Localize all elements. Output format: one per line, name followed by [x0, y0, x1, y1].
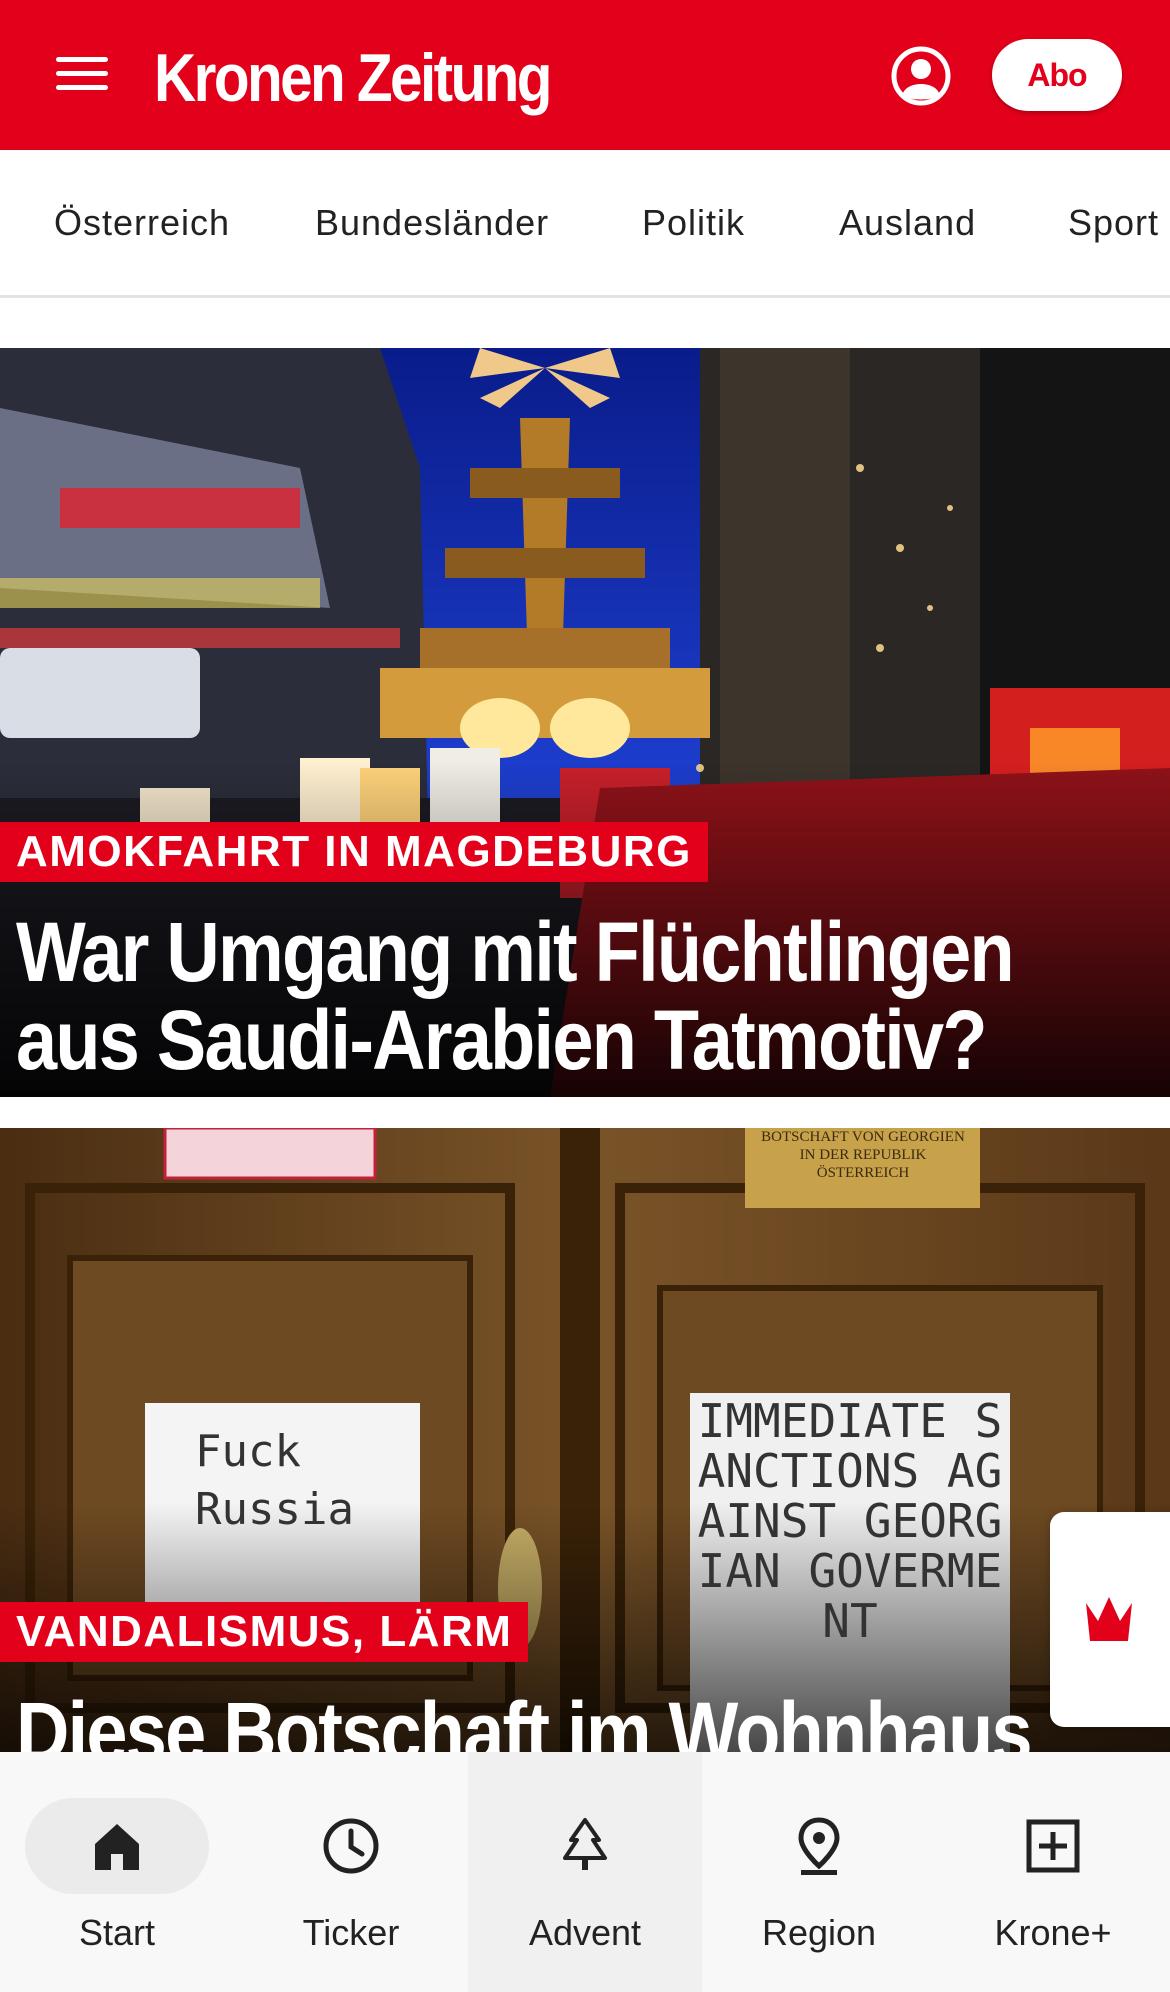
account-button[interactable] — [890, 45, 952, 107]
crown-icon — [1086, 1597, 1132, 1641]
user-icon — [891, 46, 951, 106]
plus-square-icon — [1026, 1819, 1080, 1873]
category-nav: Österreich Bundesländer Politik Ausland … — [0, 150, 1170, 298]
nav-item-ticker[interactable]: Ticker — [234, 1752, 468, 1992]
article-headline[interactable]: Diese Botschaft im Wohnhaus — [16, 1688, 1151, 1752]
article-kicker: VANDALISMUS, LÄRM — [0, 1602, 529, 1662]
sign-right-text: IMMEDIATE SANCTIONS AGAINST GEORGIAN GOV… — [697, 1394, 1003, 1648]
article-kicker: AMOKFAHRT IN MAGDEBURG — [0, 822, 708, 882]
category-tab-sport[interactable]: Sport — [1068, 202, 1159, 244]
plaque-text: BOTSCHAFT VON GEORGIEN IN DER REPUBLIK Ö… — [761, 1129, 965, 1181]
nav-item-start[interactable]: Start — [0, 1752, 234, 1992]
menu-icon-bar — [56, 85, 108, 90]
category-tab-politik[interactable]: Politik — [642, 202, 745, 244]
nav-item-krone-plus[interactable]: Krone+ — [936, 1752, 1170, 1992]
location-pin-icon — [798, 1817, 840, 1875]
app-header: Kronen Zeitung Abo — [0, 0, 1170, 150]
nav-label: Region — [761, 1912, 877, 1953]
brand-logo[interactable]: Kronen Zeitung — [154, 36, 553, 120]
abo-button[interactable]: Abo — [992, 39, 1122, 111]
nav-label: Start — [78, 1912, 156, 1953]
article-headline[interactable]: War Umgang mit Flüchtlingen aus Saudi-Ar… — [16, 908, 1151, 1084]
category-tab-oesterreich[interactable]: Österreich — [54, 202, 230, 244]
menu-icon-bar — [56, 71, 108, 76]
menu-button[interactable] — [52, 48, 114, 100]
article-card-1[interactable]: AMOKFAHRT IN MAGDEBURG War Umgang mit Fl… — [0, 348, 1170, 1097]
home-icon — [95, 1824, 139, 1870]
sign-left-text: Fuck Russia — [195, 1426, 354, 1535]
clock-icon — [323, 1818, 379, 1874]
nav-item-advent[interactable]: Advent — [468, 1752, 702, 1992]
bottom-navigation: Start Ticker Advent Region Krone+ — [0, 1752, 1170, 1992]
nav-item-region[interactable]: Region — [702, 1752, 936, 1992]
category-tab-bundeslaender[interactable]: Bundesländer — [315, 202, 549, 244]
article-card-2[interactable]: BOTSCHAFT VON GEORGIEN IN DER REPUBLIK Ö… — [0, 1128, 1170, 1752]
nav-label: Krone+ — [994, 1912, 1112, 1953]
menu-icon-bar — [56, 57, 108, 62]
krone-plus-floating-button[interactable] — [1050, 1512, 1170, 1727]
nav-label: Ticker — [302, 1912, 400, 1953]
nav-label: Advent — [528, 1912, 642, 1953]
category-tab-ausland[interactable]: Ausland — [839, 202, 976, 244]
tree-icon — [563, 1818, 607, 1870]
